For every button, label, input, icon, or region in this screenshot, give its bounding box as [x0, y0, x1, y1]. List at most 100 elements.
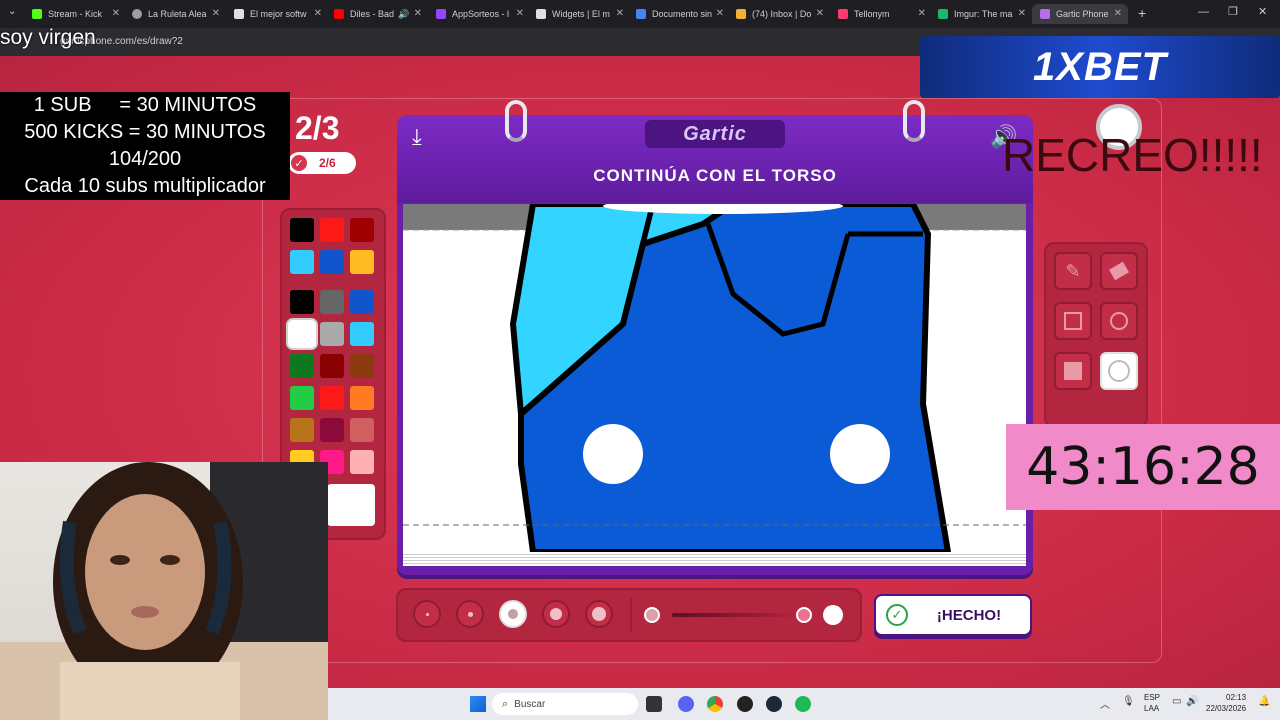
filled-rectangle-icon — [1064, 362, 1082, 380]
color-swatch[interactable] — [290, 386, 314, 410]
binder-ring-left — [505, 100, 527, 142]
tab-search-icon[interactable]: ⌄ — [8, 6, 16, 17]
color-swatch[interactable] — [350, 450, 374, 474]
brush-size-1[interactable] — [413, 600, 441, 628]
instruction-text: CONTINÚA CON EL TORSO — [593, 166, 837, 185]
new-tab-icon[interactable]: + — [1138, 5, 1146, 21]
color-swatch[interactable] — [290, 322, 314, 346]
opacity-max-icon — [823, 605, 843, 625]
drawing — [403, 204, 1026, 552]
brush-size-2[interactable] — [456, 600, 484, 628]
window-close-icon[interactable]: ✕ — [1258, 5, 1267, 18]
close-icon[interactable]: ✕ — [516, 8, 524, 19]
close-icon[interactable]: ✕ — [616, 8, 624, 19]
tab-software[interactable]: El mejor softw ✕ — [234, 4, 322, 24]
close-icon[interactable]: ✕ — [212, 8, 220, 19]
color-swatch[interactable] — [350, 418, 374, 442]
tab-ruleta[interactable]: La Ruleta Alea ✕ — [132, 4, 220, 24]
tab-kick[interactable]: Stream - Kick ✕ — [32, 4, 120, 24]
discord-icon[interactable] — [678, 696, 694, 712]
color-swatch[interactable] — [350, 354, 374, 378]
color-swatch[interactable] — [320, 250, 344, 274]
spotify-icon[interactable] — [795, 696, 811, 712]
opacity-divider — [630, 598, 632, 632]
brush-size-5[interactable] — [585, 600, 613, 628]
round-counter: 2/3 — [295, 110, 340, 146]
color-swatch[interactable] — [320, 386, 344, 410]
sponsor-logo: 1XBET — [1033, 44, 1167, 89]
players-done-badge: ✓ 2/6 — [288, 152, 356, 174]
close-icon[interactable]: ✕ — [414, 8, 422, 19]
opacity-slider[interactable] — [672, 613, 804, 617]
countdown-timer: 43:16:28 — [1026, 437, 1260, 497]
brush-size-4[interactable] — [542, 600, 570, 628]
color-swatch[interactable] — [350, 250, 374, 274]
brush-size-3[interactable] — [499, 600, 527, 628]
tray-chevron-icon[interactable]: ︿ — [1100, 696, 1110, 711]
color-swatch[interactable] — [290, 418, 314, 442]
language-indicator[interactable]: ESP LAA — [1144, 692, 1160, 714]
audio-icon[interactable]: 🔊 — [398, 9, 409, 20]
color-swatch[interactable] — [290, 354, 314, 378]
opacity-slider-handle[interactable] — [796, 607, 812, 623]
color-swatch[interactable] — [350, 218, 374, 242]
tab-widgets[interactable]: Widgets | El m ✕ — [536, 4, 624, 24]
file-explorer-icon[interactable] — [646, 696, 662, 712]
drawing-canvas[interactable] — [403, 204, 1026, 552]
taskbar-clock[interactable]: 02:13 22/03/2026 — [1206, 692, 1246, 714]
close-icon[interactable]: ✕ — [314, 8, 322, 19]
close-icon[interactable]: ✕ — [816, 8, 824, 19]
notification-icon[interactable]: 🔔 — [1258, 696, 1270, 707]
close-icon[interactable]: ✕ — [1114, 8, 1122, 19]
eraser-tool[interactable] — [1100, 252, 1138, 290]
volume-icon[interactable]: 🔊 — [1186, 696, 1198, 707]
steam-icon[interactable] — [766, 696, 782, 712]
taskbar-search[interactable]: ⌕ Buscar — [492, 693, 638, 715]
color-swatch[interactable] — [350, 322, 374, 346]
chrome-icon[interactable] — [707, 696, 723, 712]
globe-icon — [132, 9, 142, 19]
tab-docs[interactable]: Documento sin ✕ — [636, 4, 724, 24]
color-swatch[interactable] — [290, 290, 314, 314]
tab-gartic[interactable]: Gartic Phone ✕ — [1032, 4, 1128, 24]
sponsor-banner: 1XBET — [920, 36, 1280, 98]
color-swatch[interactable] — [350, 290, 374, 314]
color-swatch[interactable] — [290, 250, 314, 274]
countdown-timer-box: 43:16:28 — [1006, 424, 1280, 510]
close-icon[interactable]: ✕ — [112, 8, 120, 19]
rectangle-tool[interactable] — [1054, 302, 1092, 340]
tab-inbox[interactable]: (74) Inbox | Do ✕ — [736, 4, 824, 24]
close-icon[interactable]: ✕ — [918, 8, 926, 19]
filled-rectangle-tool[interactable] — [1054, 352, 1092, 390]
ellipse-tool[interactable] — [1100, 302, 1138, 340]
done-check-icon: ✓ — [886, 604, 908, 626]
filled-ellipse-tool[interactable] — [1100, 352, 1138, 390]
done-button[interactable]: ✓ ¡HECHO! — [874, 594, 1032, 636]
close-icon[interactable]: ✕ — [1018, 8, 1026, 19]
recreo-overlay: RECREO!!!!! — [1002, 129, 1263, 181]
tab-tellonym[interactable]: Tellonym ✕ — [838, 4, 926, 24]
tab-imgur[interactable]: Imgur: The ma ✕ — [938, 4, 1026, 24]
microphone-icon[interactable]: 🎙 — [1122, 696, 1135, 707]
pencil-tool[interactable]: ✎ — [1054, 252, 1092, 290]
rule-line-3: 104/200 — [108, 148, 182, 170]
network-icon[interactable]: ▭ — [1172, 696, 1181, 707]
filled-ellipse-icon — [1110, 362, 1128, 380]
tab-appsorteos[interactable]: AppSorteos - l ✕ — [436, 4, 524, 24]
tab-youtube[interactable]: Diles - Bad 🔊 ✕ — [334, 4, 422, 24]
color-swatch[interactable] — [320, 218, 344, 242]
search-icon: ⌕ — [502, 697, 509, 710]
start-icon[interactable] — [470, 696, 486, 712]
color-swatch[interactable] — [290, 218, 314, 242]
minimize-icon[interactable]: — — [1198, 6, 1209, 18]
color-swatch[interactable] — [320, 322, 344, 346]
restore-icon[interactable]: ❐ — [1228, 5, 1238, 18]
widgets-icon — [536, 9, 546, 19]
download-icon[interactable]: ⤓ — [412, 124, 422, 150]
color-swatch[interactable] — [320, 290, 344, 314]
color-swatch[interactable] — [320, 354, 344, 378]
obs-icon[interactable] — [737, 696, 753, 712]
color-swatch[interactable] — [320, 418, 344, 442]
close-icon[interactable]: ✕ — [716, 8, 724, 19]
color-swatch[interactable] — [350, 386, 374, 410]
